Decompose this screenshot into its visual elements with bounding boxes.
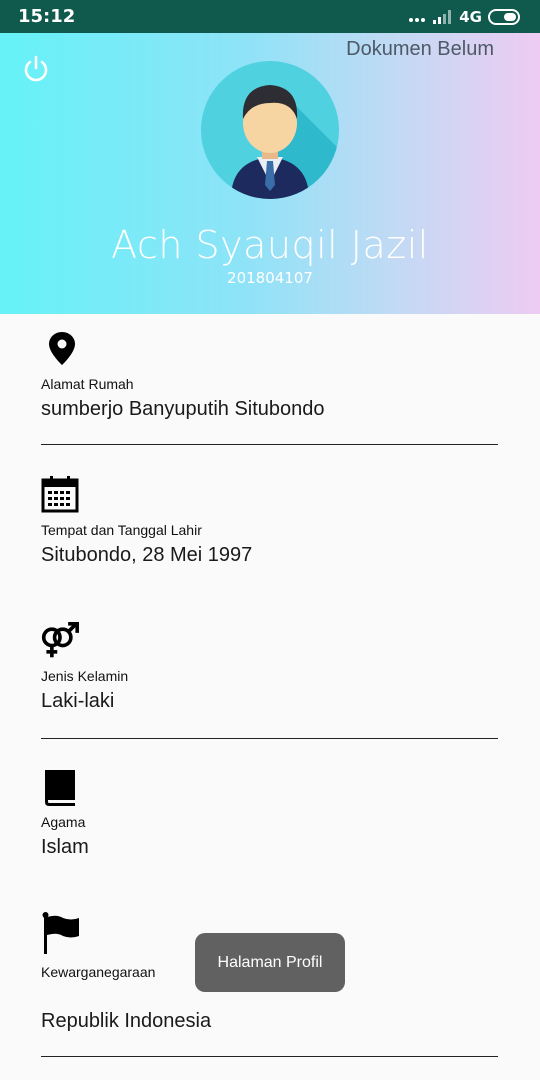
notification-dots-icon xyxy=(409,8,427,26)
field-label: Tempat dan Tanggal Lahir xyxy=(41,522,202,538)
status-icons: 4G xyxy=(409,7,522,27)
flag-icon xyxy=(42,912,79,954)
calendar-icon xyxy=(41,476,79,513)
field-label: Alamat Rumah xyxy=(41,376,134,392)
divider xyxy=(41,1056,498,1057)
divider xyxy=(41,738,498,739)
battery-icon xyxy=(488,9,520,25)
field-address: Alamat Rumah sumberjo Banyuputih Situbon… xyxy=(41,330,498,421)
student-id: 201804107 xyxy=(227,269,313,287)
field-value: Republik Indonesia xyxy=(41,1010,212,1032)
field-value: Laki-laki xyxy=(41,690,115,712)
network-type: 4G xyxy=(459,8,482,26)
power-icon[interactable] xyxy=(22,55,50,83)
field-label: Agama xyxy=(41,814,86,830)
status-time: 15:12 xyxy=(18,6,76,27)
field-value: Situbondo, 28 Mei 1997 xyxy=(41,544,253,566)
field-birth: Tempat dan Tanggal Lahir Situbondo, 28 M… xyxy=(41,476,498,567)
avatar xyxy=(201,61,339,199)
profile-header: Dokumen Belum Ach Syauqil Jazil 20180410… xyxy=(0,33,540,314)
field-value: sumberjo Banyuputih Situbondo xyxy=(41,398,325,420)
divider xyxy=(41,444,498,445)
field-gender: Jenis Kelamin Laki-laki xyxy=(41,622,498,713)
location-pin-icon xyxy=(49,332,75,365)
status-bar: 15:12 4G xyxy=(0,0,540,33)
document-status: Dokumen Belum xyxy=(346,38,494,60)
field-value: Islam xyxy=(41,836,89,858)
field-religion: Agama Islam xyxy=(41,768,498,859)
toast-message: Halaman Profil xyxy=(195,933,345,992)
book-icon xyxy=(45,770,75,806)
field-label: Jenis Kelamin xyxy=(41,668,129,684)
signal-icon xyxy=(433,10,452,24)
gender-icon xyxy=(41,622,79,658)
profile-name: Ach Syauqil Jazil xyxy=(111,223,429,267)
